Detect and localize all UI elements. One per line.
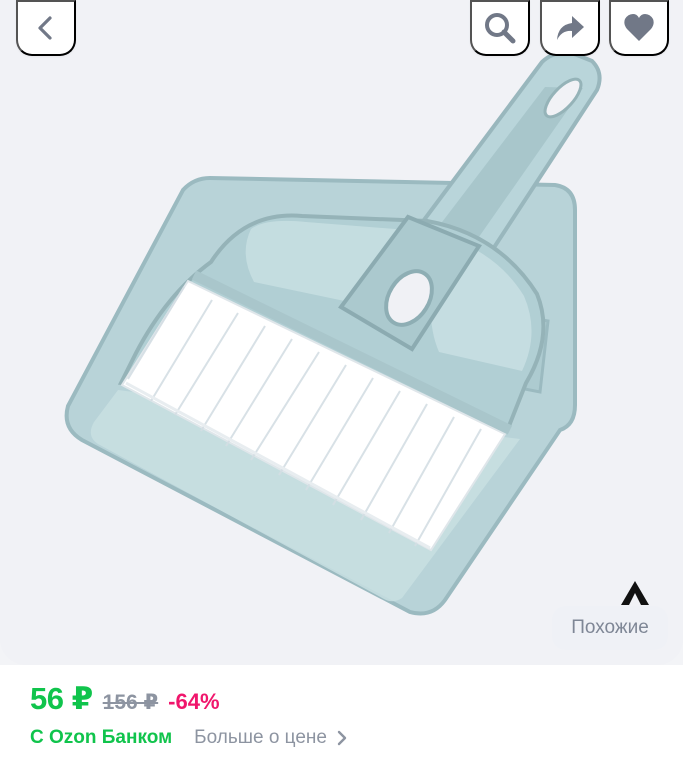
chevron-left-icon <box>38 16 52 40</box>
current-price: 56 ₽ <box>30 681 93 716</box>
old-price: 156 ₽ <box>102 691 159 714</box>
share-button[interactable] <box>540 0 600 56</box>
ozon-bank-price-link[interactable]: С Ozon Банком <box>30 727 172 749</box>
similar-products-button[interactable]: Похожие <box>552 606 668 650</box>
corner-mark <box>621 581 649 605</box>
favorite-button[interactable] <box>609 0 669 56</box>
discount-badge: -64% <box>168 689 220 714</box>
product-gallery[interactable]: Похожие <box>0 0 683 665</box>
price-panel: 56 ₽ 156 ₽ -64% С Ozon Банком Больше о ц… <box>0 665 683 768</box>
product-image[interactable] <box>0 0 683 665</box>
more-about-price-label: Больше о цене <box>194 727 327 748</box>
back-button[interactable] <box>16 0 76 56</box>
price-links: С Ozon Банком Больше о цене <box>30 727 349 749</box>
heart-icon <box>624 14 654 41</box>
search-button[interactable] <box>470 0 530 56</box>
search-icon <box>485 13 516 44</box>
price-row: 56 ₽ 156 ₽ -64% <box>30 681 220 717</box>
more-about-price-link[interactable]: Больше о цене <box>194 727 349 749</box>
chevron-right-icon <box>337 730 347 746</box>
share-icon <box>557 16 584 40</box>
